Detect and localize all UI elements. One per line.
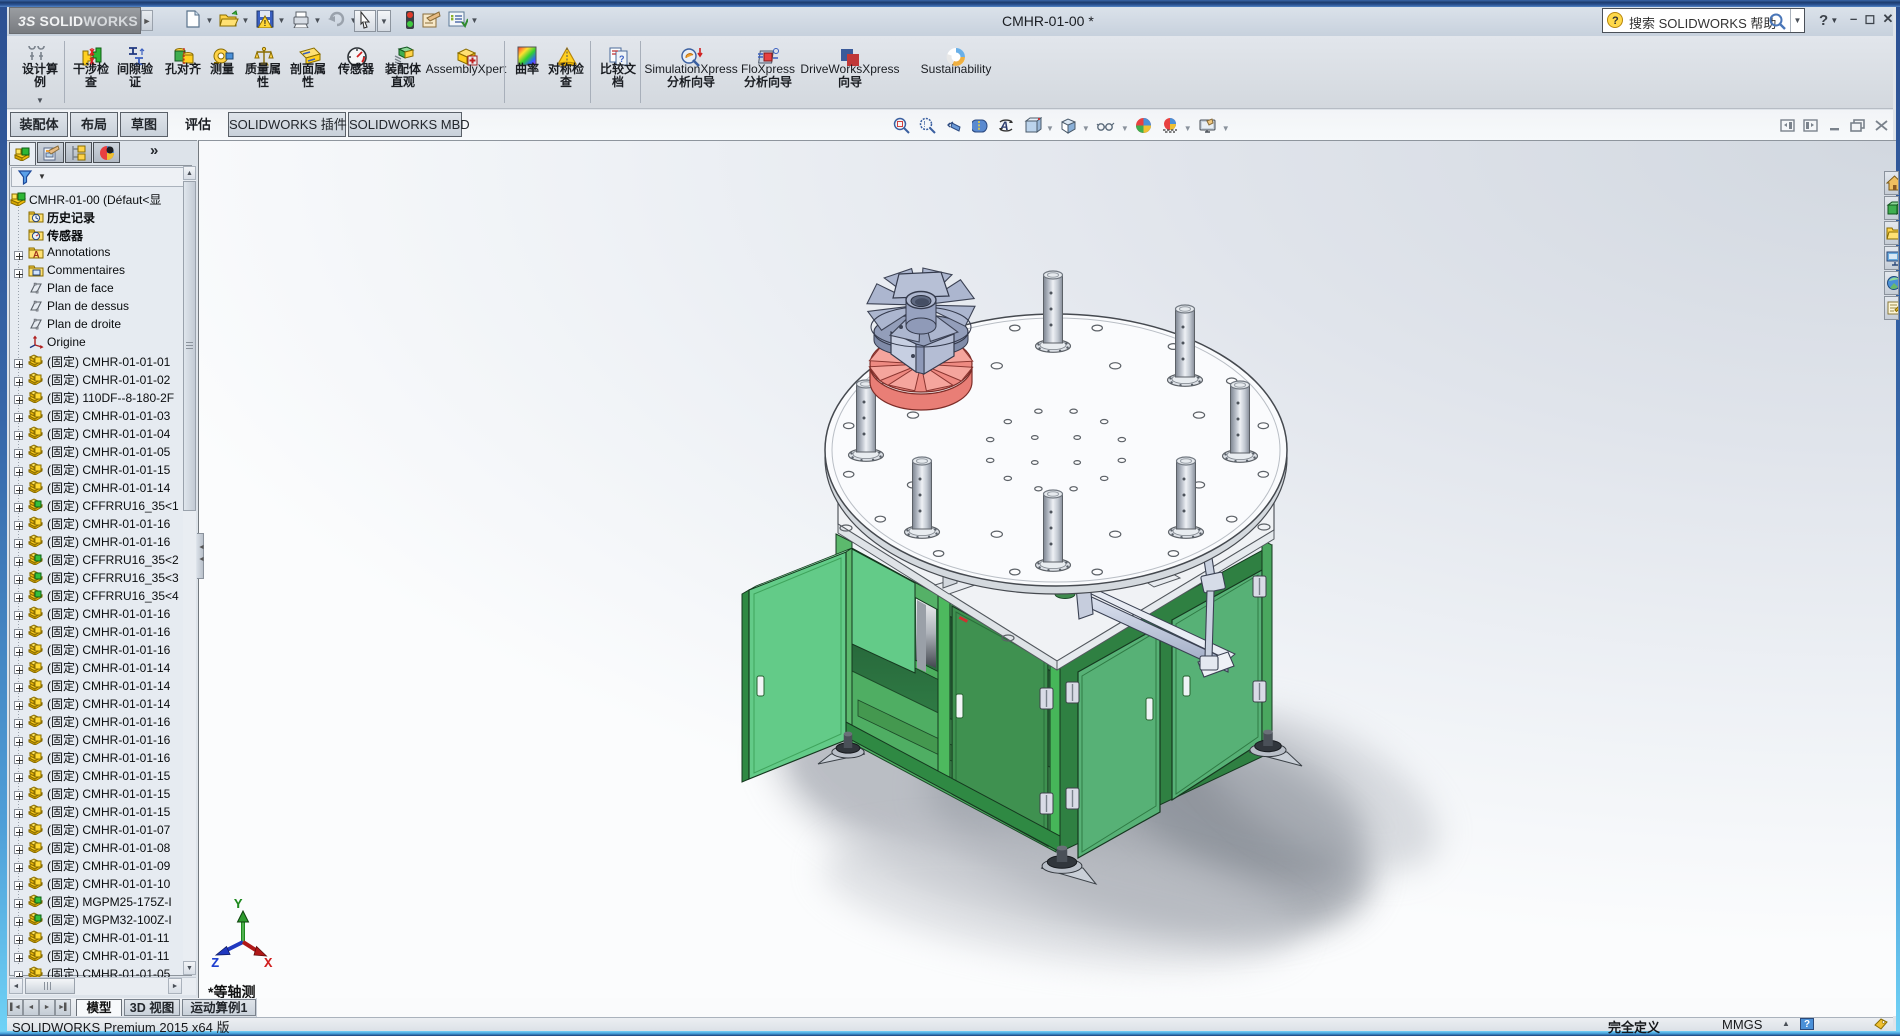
svg-text:?: ? [1612, 15, 1619, 27]
svg-text:!: ! [923, 120, 925, 129]
svg-text:!: ! [264, 19, 267, 28]
svg-text:Y: Y [234, 897, 243, 913]
svg-text:Z: Z [211, 956, 219, 972]
svg-text:A: A [33, 250, 40, 260]
svg-text:X: X [264, 956, 273, 972]
